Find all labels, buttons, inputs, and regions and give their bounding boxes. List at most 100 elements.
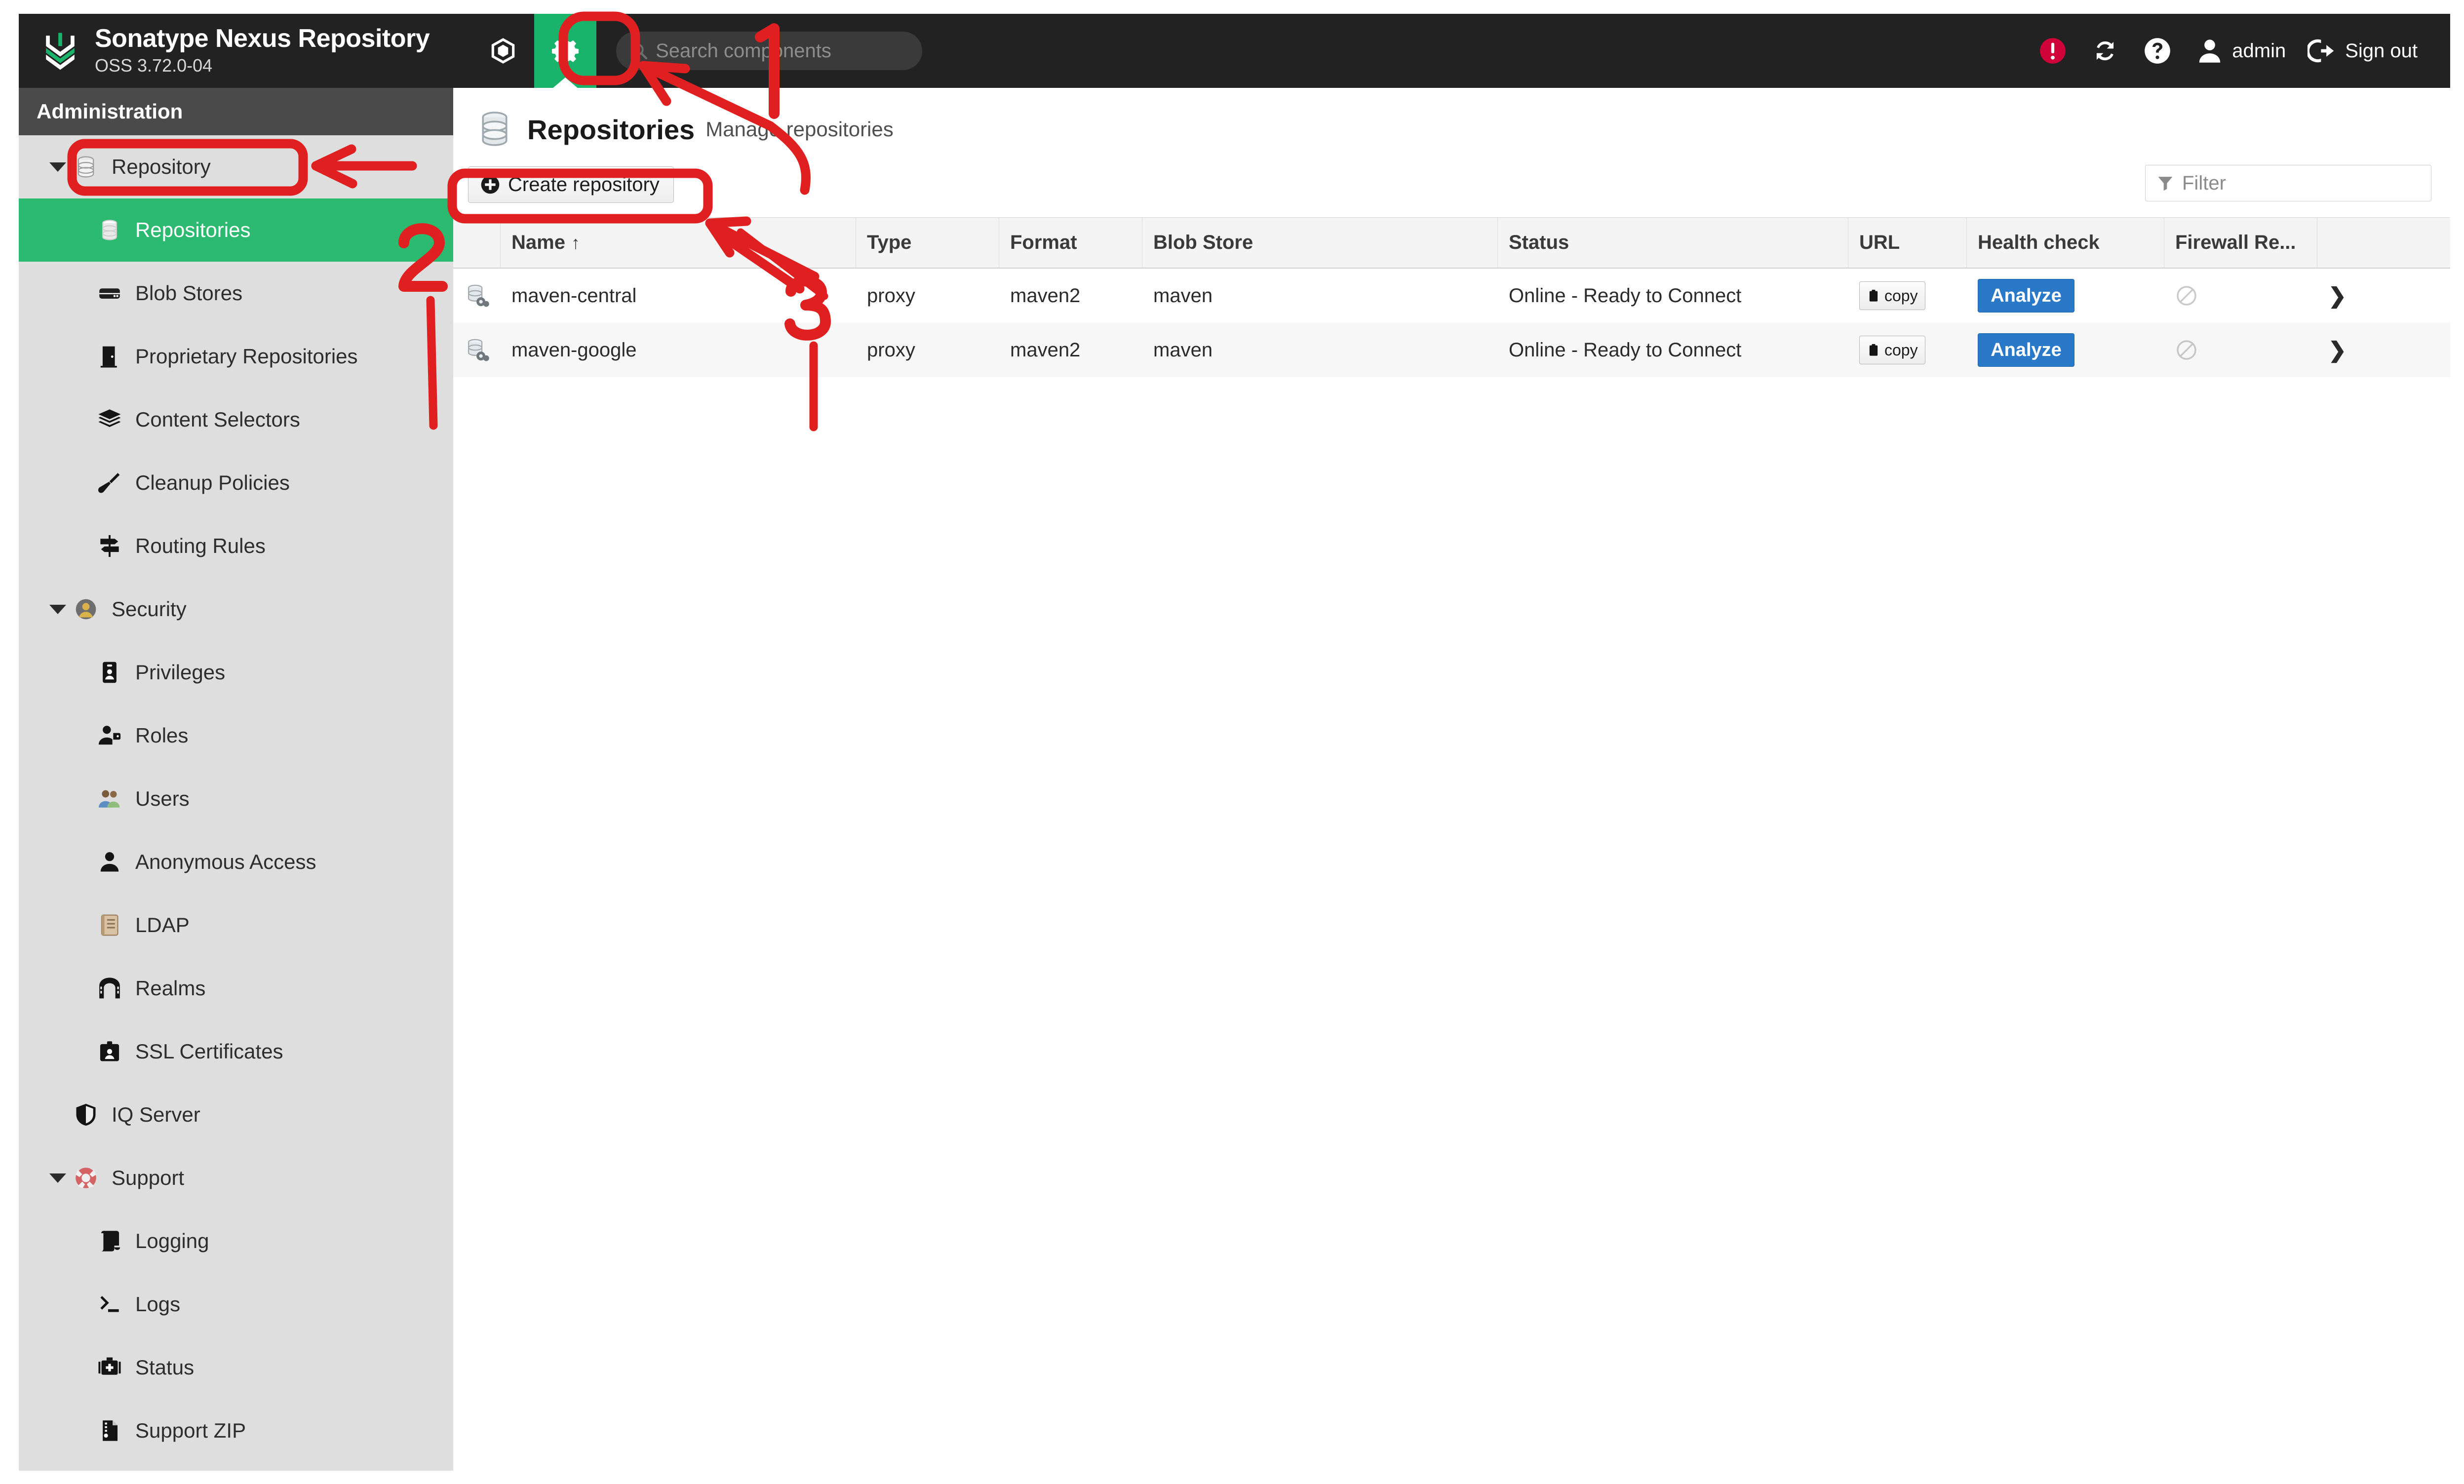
browse-button[interactable] [472, 14, 534, 88]
expand-row-button[interactable]: ❯ [2317, 269, 2372, 323]
sidebar-item-support[interactable]: Support [19, 1146, 453, 1210]
sign-out-button[interactable]: Sign out [2297, 36, 2428, 66]
filter-box[interactable] [2145, 165, 2431, 201]
funnel-icon [2158, 177, 2173, 191]
chevron-down-icon [49, 1173, 66, 1183]
column-header-blob-store[interactable]: Blob Store [1142, 218, 1498, 268]
filter-input[interactable] [2182, 172, 2420, 195]
sidebar-item-status[interactable]: Status [19, 1336, 453, 1399]
top-right-actions: admin Sign out [2027, 36, 2450, 66]
sidebar-item-routing-rules[interactable]: Routing Rules [19, 514, 453, 578]
cell-url: copy [1848, 323, 1967, 377]
user-menu[interactable]: admin [2184, 36, 2297, 66]
page-subtitle: Manage repositories [705, 117, 894, 141]
file-zip-icon [97, 1418, 122, 1444]
sidebar-item-logs[interactable]: Logs [19, 1273, 453, 1336]
search-box[interactable] [616, 32, 923, 70]
sidebar-item-realms[interactable]: Realms [19, 957, 453, 1020]
sidebar-item-roles[interactable]: Roles [19, 704, 453, 767]
brand-title: Sonatype Nexus Repository [95, 24, 430, 53]
gear-icon [552, 38, 579, 65]
sidebar-item-content-selectors[interactable]: Content Selectors [19, 388, 453, 451]
page-title: Repositories [527, 114, 695, 145]
cell-health-check: Analyze [1967, 269, 2164, 323]
layers-icon [97, 407, 122, 432]
cell-blob-store: maven [1153, 284, 1213, 307]
sidebar-item-label: Security [112, 597, 187, 621]
address-book-icon [97, 912, 122, 938]
sidebar-item-logging[interactable]: Logging [19, 1210, 453, 1273]
create-repository-button[interactable]: Create repository [468, 166, 674, 203]
sidebar-item-users[interactable]: Users [19, 767, 453, 830]
sidebar-item-support-zip[interactable]: Support ZIP [19, 1399, 453, 1462]
sidebar-item-label: Repository [112, 155, 211, 178]
cell-type: proxy [867, 284, 915, 307]
sidebar-item-ldap[interactable]: LDAP [19, 894, 453, 957]
sidebar-item-iq-server[interactable]: IQ Server [19, 1083, 453, 1146]
alert-circle-icon [2040, 38, 2066, 64]
hdd-icon [97, 280, 122, 306]
copy-label: copy [1884, 286, 1918, 305]
copy-label: copy [1884, 341, 1918, 359]
sidebar-item-ssl-certificates[interactable]: SSL Certificates [19, 1020, 453, 1083]
user-icon [2199, 39, 2221, 63]
database-icon [97, 217, 122, 243]
expand-row-button[interactable]: ❯ [2317, 323, 2372, 377]
sidebar-item-repository[interactable]: Repository [19, 135, 453, 198]
sidebar-item-label: Logs [135, 1292, 181, 1316]
analyze-button[interactable]: Analyze [1978, 333, 2074, 367]
sidebar-header: Administration [19, 88, 453, 135]
column-header-firewall-report[interactable]: Firewall Re... [2164, 218, 2317, 268]
signpost-icon [97, 533, 122, 559]
search-input[interactable] [656, 39, 910, 62]
door-icon [97, 344, 122, 369]
sidebar-item-blob-stores[interactable]: Blob Stores [19, 262, 453, 325]
column-header-format[interactable]: Format [999, 218, 1142, 268]
sidebar-item-repositories[interactable]: Repositories [19, 198, 453, 262]
chevron-down-icon [49, 604, 66, 614]
id-card-icon [97, 1039, 122, 1064]
column-header-status[interactable]: Status [1498, 218, 1848, 268]
refresh-button[interactable] [2079, 36, 2131, 66]
copy-url-button[interactable]: copy [1859, 336, 1925, 364]
sidebar-item-cleanup-policies[interactable]: Cleanup Policies [19, 451, 453, 514]
column-header-type[interactable]: Type [856, 218, 999, 268]
analyze-button[interactable]: Analyze [1978, 279, 2074, 312]
help-button[interactable] [2131, 36, 2184, 66]
chevron-right-icon: ❯ [2328, 338, 2347, 362]
user-tag-icon [97, 723, 122, 748]
sidebar-item-security[interactable]: Security [19, 578, 453, 641]
column-header-icon [453, 218, 501, 268]
cube-icon [491, 38, 515, 64]
main-content: Repositories Manage repositories Create … [453, 88, 2450, 1471]
sidebar-item-label: Users [135, 787, 190, 810]
column-header-name[interactable]: Name ↑ [501, 218, 856, 268]
repositories-table: Name ↑ Type Format Blob Store Status URL… [453, 217, 2450, 377]
table-row[interactable]: maven-central proxy maven2 maven Online … [453, 269, 2450, 323]
sidebar-item-proprietary-repositories[interactable]: Proprietary Repositories [19, 325, 453, 388]
archway-icon [97, 976, 122, 1001]
copy-url-button[interactable]: copy [1859, 281, 1925, 310]
broom-icon [97, 470, 122, 496]
brand[interactable]: Sonatype Nexus Repository OSS 3.72.0-04 [19, 25, 430, 77]
id-badge-icon [97, 660, 122, 685]
sign-out-label: Sign out [2345, 39, 2418, 62]
column-header-health-check[interactable]: Health check [1967, 218, 2164, 268]
user-icon [97, 849, 122, 875]
sidebar-item-label: Realms [135, 976, 206, 1000]
alert-button[interactable] [2027, 36, 2079, 66]
terminal-icon [97, 1291, 122, 1317]
cell-type: proxy [867, 339, 915, 361]
cell-status: Online - Ready to Connect [1509, 284, 1742, 307]
column-header-url[interactable]: URL [1848, 218, 1967, 268]
sidebar-item-label: IQ Server [112, 1103, 200, 1126]
table-row[interactable]: maven-google proxy maven2 maven Online -… [453, 323, 2450, 377]
sign-out-icon [2308, 39, 2334, 63]
cell-firewall-report [2164, 269, 2317, 323]
medkit-icon [97, 1355, 122, 1380]
sidebar-item-privileges[interactable]: Privileges [19, 641, 453, 704]
database-icon [482, 112, 508, 146]
admin-gear-button[interactable] [534, 14, 597, 88]
nexus-chevron-logo-icon [46, 33, 75, 70]
sidebar-item-anonymous-access[interactable]: Anonymous Access [19, 830, 453, 894]
